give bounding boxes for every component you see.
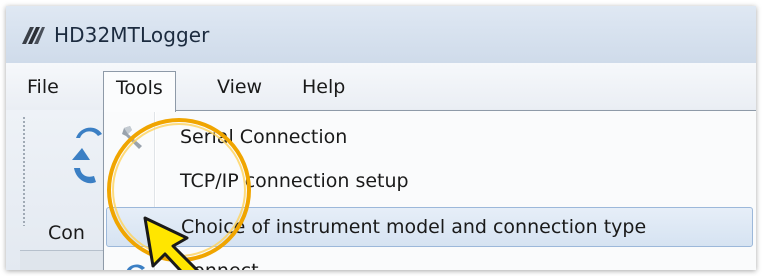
menu-file[interactable]: File xyxy=(15,71,71,103)
connect-tool-label[interactable]: Con xyxy=(48,222,85,244)
menu-help[interactable]: Help xyxy=(290,71,357,103)
menu-tools[interactable]: Tools xyxy=(103,71,176,112)
window-title: HD32MTLogger xyxy=(54,23,210,47)
app-logo-icon xyxy=(22,27,45,44)
pointer-arrow-icon xyxy=(143,216,200,270)
connect-arrows-icon[interactable] xyxy=(68,120,108,190)
toolbar-grip[interactable] xyxy=(22,116,26,226)
title-bar: HD32MTLogger xyxy=(6,6,756,63)
side-panel xyxy=(20,250,110,270)
app-window: HD32MTLogger File Tools View Help Con Se… xyxy=(6,6,756,270)
menu-view[interactable]: View xyxy=(205,71,274,103)
menu-bar: File Tools View Help xyxy=(6,63,756,112)
